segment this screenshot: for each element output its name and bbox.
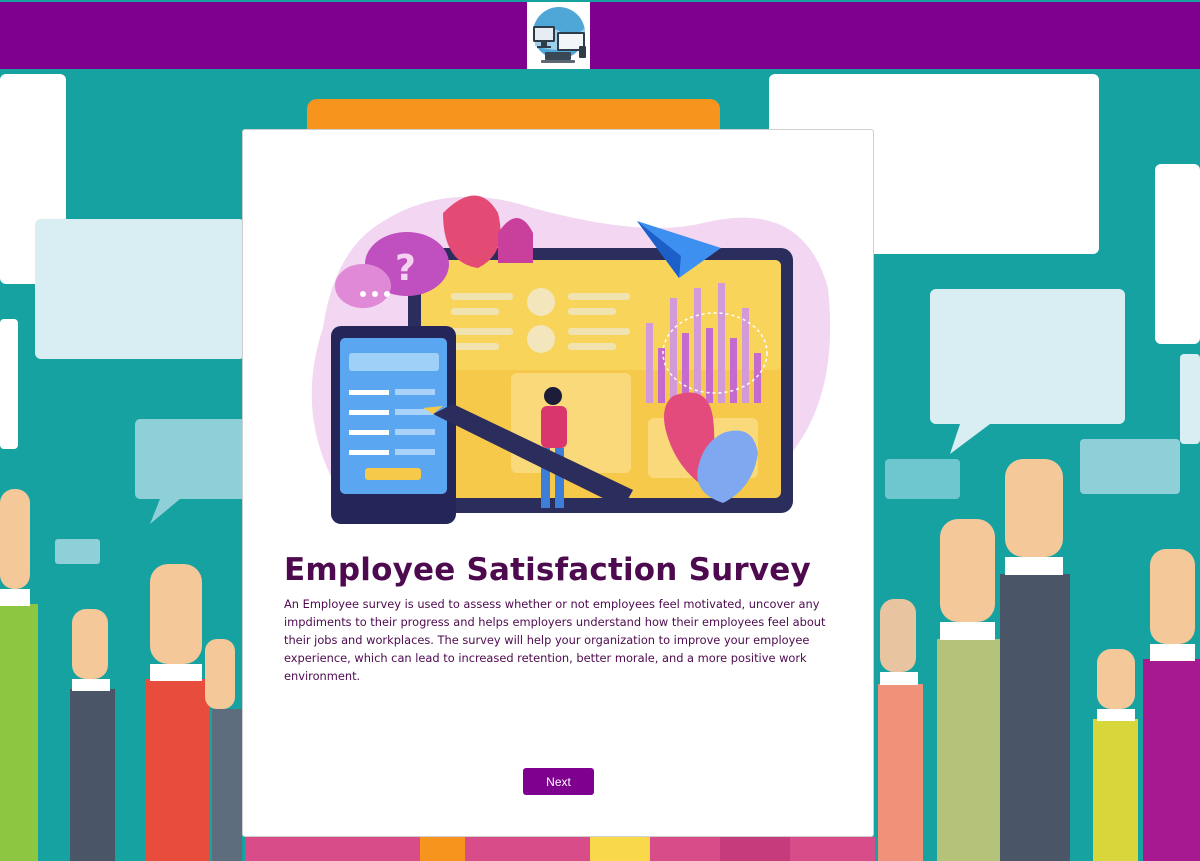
svg-text:?: ? xyxy=(395,248,416,289)
computer-devices-icon xyxy=(533,7,586,63)
header-bar xyxy=(0,2,1200,69)
online-survey-illustration: ? xyxy=(311,195,831,524)
survey-title: Employee Satisfaction Survey xyxy=(284,552,811,588)
next-button[interactable]: Next xyxy=(523,768,594,795)
survey-card: ? Employee Satisfaction Survey An Employ… xyxy=(242,129,874,837)
logo[interactable] xyxy=(527,2,590,69)
survey-description: An Employee survey is used to assess whe… xyxy=(284,597,826,683)
